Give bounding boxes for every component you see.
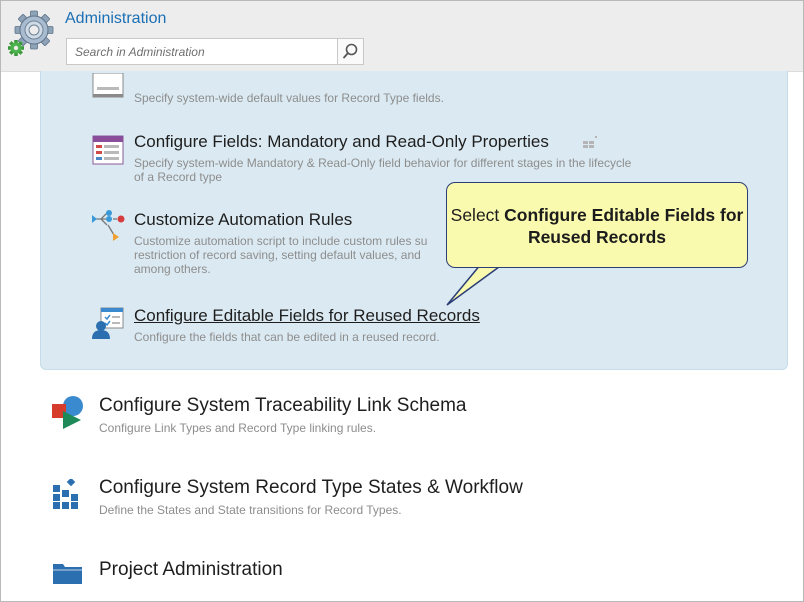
item-title: Configure Fields: Mandatory and Read-Onl… xyxy=(134,132,549,151)
item-description-line: restriction of record saving, setting de… xyxy=(134,248,421,262)
item-description-line: Customize automation script to include c… xyxy=(134,234,428,248)
search-box xyxy=(66,38,364,65)
item-description: Specify system-wide default values for R… xyxy=(134,91,444,105)
section-title: Configure System Traceability Link Schem… xyxy=(99,395,467,416)
user-checklist-icon xyxy=(92,307,124,339)
grid-small-icon xyxy=(583,136,597,148)
search-button[interactable] xyxy=(337,39,363,64)
section-description: Define the States and State transitions … xyxy=(99,503,402,517)
form-icon xyxy=(92,73,124,98)
folder-icon xyxy=(53,564,82,584)
workflow-grid-icon xyxy=(53,479,78,509)
item-description-line: among others. xyxy=(134,262,211,276)
page-title: Administration xyxy=(65,10,167,27)
item-title: Customize Automation Rules xyxy=(134,210,353,229)
callout-bold: Configure Editable Fields for Reused Rec… xyxy=(504,205,744,247)
search-input[interactable] xyxy=(73,44,337,60)
admin-window: Administration Specify system-wide defau… xyxy=(0,0,804,602)
item-description: Configure the fields that can be edited … xyxy=(134,330,440,344)
automation-flow-icon xyxy=(92,210,125,241)
header: Administration xyxy=(1,1,803,72)
callout-prefix: Select xyxy=(450,205,505,225)
instruction-callout: Select Configure Editable Fields for Reu… xyxy=(446,182,748,268)
section-description: Configure Link Types and Record Type lin… xyxy=(99,421,377,435)
item-description: Specify system-wide Mandatory & Read-Onl… xyxy=(134,156,632,184)
section-title: Project Administration xyxy=(99,559,283,580)
search-icon xyxy=(343,43,358,59)
gear-icon xyxy=(8,10,54,56)
form-fields-icon xyxy=(92,135,124,165)
link-schema-icon xyxy=(52,396,83,429)
callout-pointer xyxy=(446,263,504,306)
callout-text: Select Configure Editable Fields for Reu… xyxy=(447,204,747,248)
section-title: Configure System Record Type States & Wo… xyxy=(99,477,523,498)
item-title-link[interactable]: Configure Editable Fields for Reused Rec… xyxy=(134,306,480,326)
